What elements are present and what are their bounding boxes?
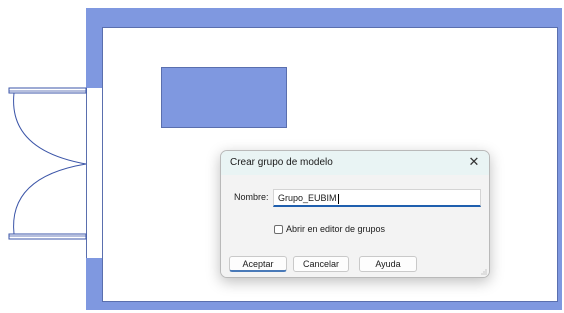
create-model-group-dialog: Crear grupo de modelo ✕ Nombre: Grupo_EU… bbox=[220, 150, 490, 278]
text-caret bbox=[337, 193, 339, 204]
drawing-canvas[interactable]: Crear grupo de modelo ✕ Nombre: Grupo_EU… bbox=[0, 0, 564, 313]
door-leaf-top bbox=[8, 87, 87, 94]
door-leaf-bottom bbox=[8, 233, 87, 240]
help-button[interactable]: Ayuda bbox=[359, 256, 417, 272]
dialog-titlebar[interactable]: Crear grupo de modelo ✕ bbox=[221, 151, 489, 175]
cancel-button[interactable]: Cancelar bbox=[293, 256, 349, 272]
group-name-input[interactable]: Grupo_EUBIM bbox=[273, 189, 481, 207]
group-name-value: Grupo_EUBIM bbox=[278, 193, 337, 203]
open-in-group-editor-label[interactable]: Abrir en editor de grupos bbox=[286, 224, 385, 234]
resize-grip-icon[interactable] bbox=[480, 268, 487, 275]
open-in-group-editor-checkbox[interactable] bbox=[274, 224, 283, 234]
close-icon[interactable]: ✕ bbox=[465, 154, 483, 172]
open-in-group-editor-option[interactable]: Abrir en editor de grupos bbox=[274, 223, 385, 235]
double-door-symbol[interactable] bbox=[0, 0, 110, 313]
dialog-title: Crear grupo de modelo bbox=[230, 157, 333, 168]
accept-button[interactable]: Aceptar bbox=[229, 256, 287, 272]
door-swing-arc-bottom bbox=[13, 163, 87, 235]
selected-model-element[interactable] bbox=[161, 67, 287, 128]
name-label: Nombre: bbox=[234, 192, 269, 202]
dialog-body: Nombre: Grupo_EUBIM Abrir en editor de g… bbox=[221, 175, 489, 277]
door-swing-arc-top bbox=[13, 92, 87, 165]
